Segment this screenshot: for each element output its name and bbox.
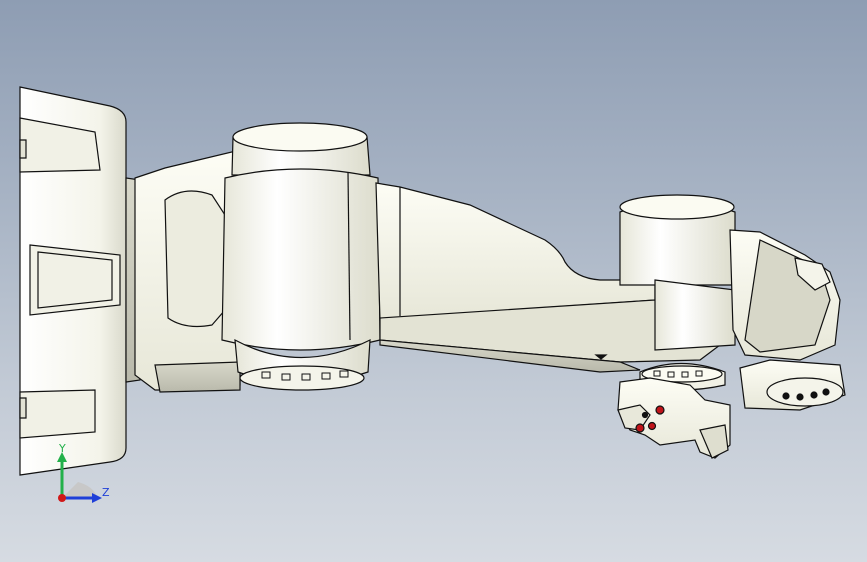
flange-hole-red: [635, 423, 645, 433]
forearm-link[interactable]: [729, 229, 841, 361]
flange-hole-red: [655, 405, 665, 415]
z-axis-arrow: [92, 493, 102, 503]
coordinate-triad: Y Z: [48, 440, 118, 510]
wrist-joint[interactable]: [739, 359, 846, 411]
joint2-housing[interactable]: [221, 122, 381, 391]
y-axis-label: Y: [59, 442, 66, 455]
robot-arm-model[interactable]: [0, 0, 867, 562]
end-effector-flange[interactable]: [617, 377, 731, 459]
robot-base[interactable]: [19, 86, 141, 476]
flange-hole-red: [647, 421, 657, 431]
triad-origin: [58, 494, 66, 502]
cad-3d-viewport[interactable]: Y Z: [0, 0, 867, 562]
z-axis-label: Z: [102, 486, 110, 499]
